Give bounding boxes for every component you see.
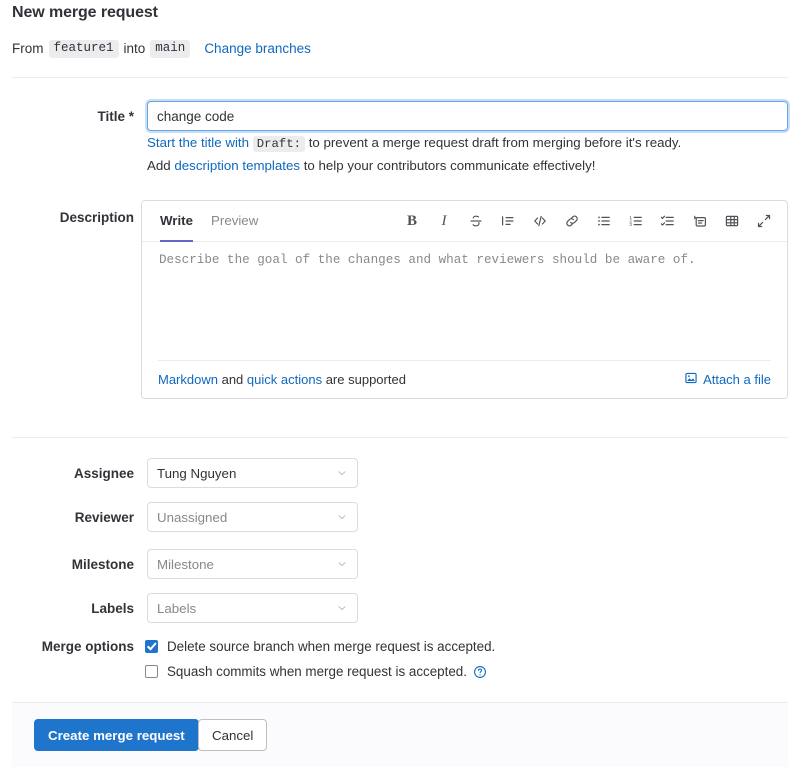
- assignee-label: Assignee: [73, 466, 134, 481]
- from-label: From: [12, 41, 44, 57]
- merge-options-label: Merge options: [41, 639, 134, 654]
- tab-preview[interactable]: Preview: [211, 201, 258, 241]
- quick-actions-link[interactable]: quick actions: [247, 372, 322, 387]
- change-branches-link[interactable]: Change branches: [204, 41, 311, 56]
- chevron-down-icon: [336, 511, 348, 523]
- description-field-label: Description: [59, 210, 134, 225]
- branch-summary: From feature1 into main Change branches: [12, 40, 311, 58]
- bold-icon[interactable]: B: [403, 212, 421, 230]
- milestone-value: Milestone: [157, 556, 214, 572]
- italic-icon[interactable]: I: [435, 212, 453, 230]
- and-label: and: [221, 372, 244, 387]
- draft-hint-rest: to prevent a merge request draft from me…: [308, 135, 682, 150]
- markdown-toolbar: B I 1 2 3: [403, 212, 773, 230]
- link-icon[interactable]: [563, 212, 581, 230]
- target-branch-badge: main: [150, 40, 191, 58]
- new-merge-request-page: New merge request From feature1 into mai…: [0, 0, 800, 767]
- code-icon[interactable]: [531, 212, 549, 230]
- chevron-down-icon: [336, 467, 348, 479]
- description-templates-link[interactable]: description templates: [174, 158, 300, 173]
- description-editor: Write Preview B I 1 2 3 Describe the goa…: [141, 200, 788, 399]
- create-merge-request-button[interactable]: Create merge request: [34, 719, 199, 751]
- assignee-select[interactable]: Tung Nguyen: [147, 458, 358, 488]
- title-input[interactable]: [147, 101, 788, 131]
- supported-label: are supported: [325, 372, 406, 387]
- draft-title-hint: Start the title with Draft: to prevent a…: [147, 135, 682, 152]
- chevron-down-icon: [336, 558, 348, 570]
- assignee-value: Tung Nguyen: [157, 465, 237, 481]
- description-textarea[interactable]: Describe the goal of the changes and wha…: [142, 242, 787, 360]
- description-templates-hint: Add description templates to help your c…: [147, 158, 595, 173]
- templates-hint-rest: to help your contributors communicate ef…: [303, 158, 596, 173]
- into-label: into: [123, 41, 146, 57]
- labels-value: Labels: [157, 600, 197, 616]
- form-actions-bar: Create merge request Cancel: [12, 702, 788, 767]
- page-title: New merge request: [12, 4, 158, 21]
- markdown-link[interactable]: Markdown: [158, 372, 218, 387]
- collapsible-section-icon[interactable]: [691, 212, 709, 230]
- squash-commits-row: Squash commits when merge request is acc…: [145, 664, 487, 679]
- svg-text:3: 3: [629, 222, 632, 227]
- quote-icon[interactable]: [499, 212, 517, 230]
- help-icon[interactable]: [473, 665, 487, 679]
- milestone-select[interactable]: Milestone: [147, 549, 358, 579]
- section-divider: [12, 437, 788, 438]
- numbered-list-icon[interactable]: 1 2 3: [627, 212, 645, 230]
- delete-source-branch-label: Delete source branch when merge request …: [167, 639, 496, 654]
- reviewer-value: Unassigned: [157, 509, 228, 525]
- delete-source-branch-row: Delete source branch when merge request …: [145, 639, 495, 654]
- squash-commits-label: Squash commits when merge request is acc…: [167, 664, 467, 679]
- milestone-label: Milestone: [71, 557, 134, 572]
- task-list-icon[interactable]: [659, 212, 677, 230]
- attach-image-icon: [684, 371, 698, 388]
- labels-label: Labels: [91, 601, 134, 616]
- cancel-button[interactable]: Cancel: [198, 719, 268, 751]
- attach-file-label: Attach a file: [703, 372, 771, 387]
- delete-source-branch-checkbox[interactable]: [145, 640, 158, 653]
- title-field-label: Title *: [97, 109, 134, 124]
- reviewer-label: Reviewer: [74, 510, 134, 525]
- tab-write[interactable]: Write: [160, 201, 194, 242]
- description-footer: Markdown and quick actions are supported…: [158, 360, 771, 398]
- markdown-support-text: Markdown and quick actions are supported: [158, 372, 406, 387]
- add-label: Add: [147, 158, 171, 173]
- description-toolbar: Write Preview B I 1 2 3: [142, 201, 787, 242]
- reviewer-select[interactable]: Unassigned: [147, 502, 358, 532]
- attach-file-button[interactable]: Attach a file: [684, 371, 771, 388]
- draft-prefix-code: Draft:: [252, 136, 305, 152]
- editor-tabs: Write Preview: [160, 201, 258, 242]
- labels-select[interactable]: Labels: [147, 593, 358, 623]
- squash-commits-checkbox[interactable]: [145, 665, 158, 678]
- table-icon[interactable]: [723, 212, 741, 230]
- strikethrough-icon[interactable]: [467, 212, 485, 230]
- header-divider: [12, 77, 788, 78]
- source-branch-badge: feature1: [48, 40, 119, 58]
- fullscreen-icon[interactable]: [755, 212, 773, 230]
- start-title-with-draft-link[interactable]: Start the title with: [147, 135, 249, 150]
- bullet-list-icon[interactable]: [595, 212, 613, 230]
- chevron-down-icon: [336, 602, 348, 614]
